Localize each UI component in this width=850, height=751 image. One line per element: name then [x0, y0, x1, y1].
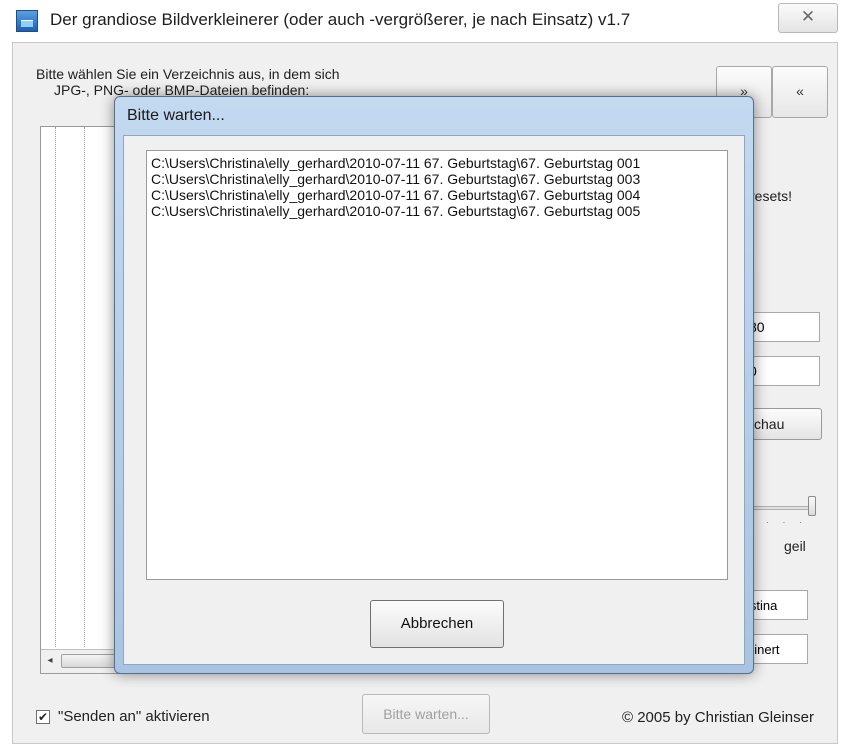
tree-lines [55, 127, 85, 647]
title-bar: Der grandiose Bildverkleinerer (oder auc… [0, 0, 850, 42]
dialog-body: C:\Users\Christina\elly_gerhard\2010-07-… [123, 135, 745, 665]
preview-button[interactable]: schau [742, 408, 822, 440]
slider-max-label: geil [784, 538, 806, 554]
directory-label: Bitte wählen Sie ein Verzeichnis aus, in… [36, 66, 436, 98]
app-icon [16, 10, 38, 32]
width-input[interactable]: 80 [744, 312, 820, 342]
directory-label-line1: Bitte wählen Sie ein Verzeichnis aus, in… [36, 66, 340, 82]
cancel-button[interactable]: Abbrechen [370, 600, 504, 648]
list-item[interactable]: C:\Users\Christina\elly_gerhard\2010-07-… [151, 155, 640, 171]
scroll-left-arrow-icon[interactable]: ◂ [43, 654, 57, 668]
sendto-label: "Senden an" aktivieren [58, 708, 210, 725]
slider-track [750, 506, 810, 510]
back-button[interactable]: « [772, 66, 828, 118]
quality-slider[interactable]: ··· [750, 496, 818, 530]
list-item[interactable]: C:\Users\Christina\elly_gerhard\2010-07-… [151, 203, 640, 219]
scroll-thumb[interactable] [61, 654, 121, 668]
copyright-label: © 2005 by Christian Gleinser [622, 709, 814, 726]
slider-ticks: ··· [766, 518, 816, 527]
start-button[interactable]: Bitte warten... [362, 694, 490, 734]
window-title: Der grandiose Bildverkleinerer (oder auc… [50, 10, 631, 29]
slider-thumb[interactable] [808, 496, 816, 516]
sendto-checkbox[interactable]: ✔ [36, 710, 50, 724]
close-button[interactable]: ✕ [778, 3, 838, 33]
dialog-title: Bitte warten... [127, 107, 225, 124]
presets-label: resets! [750, 188, 793, 204]
progress-dialog: Bitte warten... C:\Users\Christina\elly_… [114, 96, 754, 674]
height-input[interactable]: 0 [744, 356, 820, 386]
list-item[interactable]: C:\Users\Christina\elly_gerhard\2010-07-… [151, 171, 640, 187]
list-item[interactable]: C:\Users\Christina\elly_gerhard\2010-07-… [151, 187, 640, 203]
file-list[interactable]: C:\Users\Christina\elly_gerhard\2010-07-… [146, 150, 728, 580]
